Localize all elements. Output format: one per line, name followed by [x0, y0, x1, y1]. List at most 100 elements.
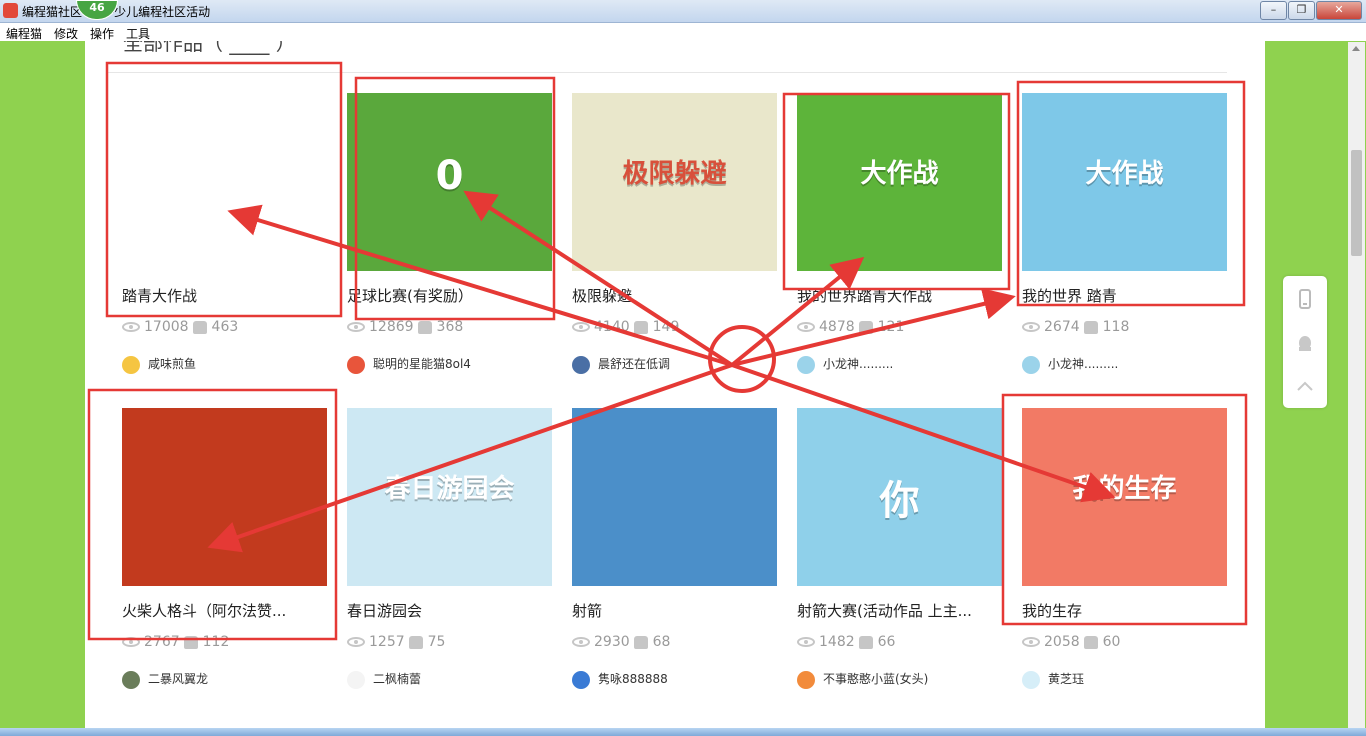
back-to-top-icon[interactable]: [1295, 376, 1315, 396]
work-card[interactable]: 我的生存 我的生存 2058 60 黄芝珏: [1022, 408, 1227, 689]
work-card[interactable]: 火柴人格斗（阿尔法赞... 2767 112 二暴风翼龙: [122, 408, 327, 689]
avatar[interactable]: [1022, 355, 1040, 374]
work-stats: 1257 75: [347, 634, 445, 650]
work-stats: 2930 68: [572, 634, 670, 650]
author-name: 小龙神.........: [1048, 357, 1119, 371]
work-title[interactable]: 极限躲避: [572, 285, 777, 306]
author-name: 聪明的星能猫8ol4: [373, 357, 471, 371]
thumbnail-caption: 0: [435, 153, 464, 199]
work-author[interactable]: 晨舒还在低调: [572, 355, 670, 374]
author-name: 二暴风翼龙: [148, 672, 209, 686]
work-stats: 1482 66: [797, 634, 895, 650]
work-title[interactable]: 射箭大赛(活动作品 上主...: [797, 600, 1002, 621]
eye-icon: [572, 322, 590, 332]
like-count: 118: [1102, 319, 1130, 335]
avatar[interactable]: [572, 670, 590, 689]
thumbs-up-icon: [858, 320, 873, 334]
avatar[interactable]: [797, 670, 815, 689]
work-thumbnail[interactable]: 我的生存: [1022, 408, 1227, 586]
work-thumbnail[interactable]: [122, 93, 327, 271]
work-card[interactable]: 春日游园会 春日游园会 1257 75 二枫楠蕾: [347, 408, 552, 689]
avatar[interactable]: [347, 355, 365, 374]
like-count: 149: [652, 319, 680, 335]
thumbs-up-icon: [633, 320, 648, 334]
view-count: 2767: [144, 634, 180, 650]
author-name: 黄芝珏: [1048, 672, 1085, 686]
work-thumbnail[interactable]: 0: [347, 93, 552, 271]
work-card[interactable]: 射箭 2930 68 隽咏888888: [572, 408, 777, 689]
work-thumbnail[interactable]: 大作战: [1022, 93, 1227, 271]
work-author[interactable]: 小龙神.........: [1022, 355, 1118, 374]
work-thumbnail[interactable]: 春日游园会: [347, 408, 552, 586]
thumbs-up-icon: [1083, 635, 1098, 649]
qq-icon[interactable]: [1295, 334, 1315, 354]
thumbs-up-icon: [1083, 320, 1098, 334]
view-count: 1482: [819, 634, 855, 650]
work-title[interactable]: 我的生存: [1022, 600, 1227, 621]
thumbs-up-icon: [183, 635, 198, 649]
divider: [107, 72, 1227, 73]
work-title[interactable]: 火柴人格斗（阿尔法赞...: [122, 600, 327, 621]
avatar[interactable]: [122, 670, 140, 689]
eye-icon: [572, 637, 590, 647]
author-name: 晨舒还在低调: [598, 357, 671, 371]
scrollbar-thumb[interactable]: [1351, 150, 1362, 256]
work-stats: 2058 60: [1022, 634, 1120, 650]
work-stats: 17008 463: [122, 319, 238, 335]
work-thumbnail[interactable]: 极限躲避: [572, 93, 777, 271]
work-card[interactable]: 大作战我的世界 踏青 2674 118 小龙神.........: [1022, 93, 1227, 374]
work-title[interactable]: 踏青大作战: [122, 285, 327, 306]
avatar[interactable]: [1022, 670, 1040, 689]
work-author[interactable]: 二枫楠蕾: [347, 670, 421, 689]
work-author[interactable]: 小龙神.........: [797, 355, 893, 374]
avatar[interactable]: [122, 355, 140, 374]
app-icon: [3, 3, 18, 18]
work-author[interactable]: 不事憨憨小蓝(女头): [797, 670, 928, 689]
work-author[interactable]: 聪明的星能猫8ol4: [347, 355, 471, 374]
view-count: 2930: [594, 634, 630, 650]
maximize-button[interactable]: ❐: [1288, 1, 1315, 20]
work-thumbnail[interactable]: 大作战: [797, 93, 1002, 271]
work-thumbnail[interactable]: [122, 408, 327, 586]
phone-icon[interactable]: [1295, 289, 1315, 309]
menu-item-operate[interactable]: 操作: [90, 25, 114, 42]
eye-icon: [347, 322, 365, 332]
menu-item-tools[interactable]: 工具: [126, 25, 150, 42]
window-title-bar: 编程猫社区 活动-少儿编程社区活动 46 – ❐ ✕: [0, 0, 1366, 23]
work-card[interactable]: 踏青大作战 17008 463 咸味煎鱼: [122, 93, 327, 374]
author-name: 不事憨憨小蓝(女头): [823, 672, 929, 686]
work-card[interactable]: 极限躲避 极限躲避 4140 149 晨舒还在低调: [572, 93, 777, 374]
like-count: 368: [436, 319, 464, 335]
thumbnail-caption: 你: [879, 478, 920, 524]
vertical-scrollbar[interactable]: [1348, 42, 1365, 736]
work-thumbnail[interactable]: [572, 408, 777, 586]
eye-icon: [122, 322, 140, 332]
work-author[interactable]: 咸味煎鱼: [122, 355, 196, 374]
menu-item-biancheng[interactable]: 编程猫: [6, 25, 42, 42]
scroll-up-arrow[interactable]: [1352, 46, 1360, 51]
avatar[interactable]: [347, 670, 365, 689]
work-author[interactable]: 隽咏888888: [572, 670, 668, 689]
work-card[interactable]: 大作战 我的世界踏青大作战 4878 121 小龙神.........: [797, 93, 1002, 374]
work-title[interactable]: 我的世界踏青大作战: [797, 285, 1002, 306]
work-author[interactable]: 黄芝珏: [1022, 670, 1084, 689]
work-title[interactable]: 射箭: [572, 600, 777, 621]
work-stats: 2767 112: [122, 634, 229, 650]
view-count: 1257: [369, 634, 405, 650]
work-author[interactable]: 二暴风翼龙: [122, 670, 208, 689]
work-title[interactable]: 春日游园会: [347, 600, 552, 621]
work-card[interactable]: 0 足球比赛(有奖励） 12869 368 聪明的星能猫8ol4: [347, 93, 552, 374]
section-heading: 全部作品（ ____ ）: [123, 41, 296, 55]
minimize-button[interactable]: –: [1260, 1, 1287, 20]
work-title[interactable]: 足球比赛(有奖励）: [347, 285, 552, 306]
eye-icon: [1022, 322, 1040, 332]
work-title[interactable]: 我的世界 踏青: [1022, 285, 1227, 306]
view-count: 2674: [1044, 319, 1080, 335]
work-thumbnail[interactable]: 你: [797, 408, 1002, 586]
menu-item-edit[interactable]: 修改: [54, 25, 78, 42]
thumbnail-caption: 春日游园会: [384, 474, 515, 504]
close-button[interactable]: ✕: [1316, 1, 1362, 20]
avatar[interactable]: [797, 355, 815, 374]
avatar[interactable]: [572, 355, 590, 374]
work-card[interactable]: 你射箭大赛(活动作品 上主... 1482 66 不事憨憨小蓝(女头): [797, 408, 1002, 689]
